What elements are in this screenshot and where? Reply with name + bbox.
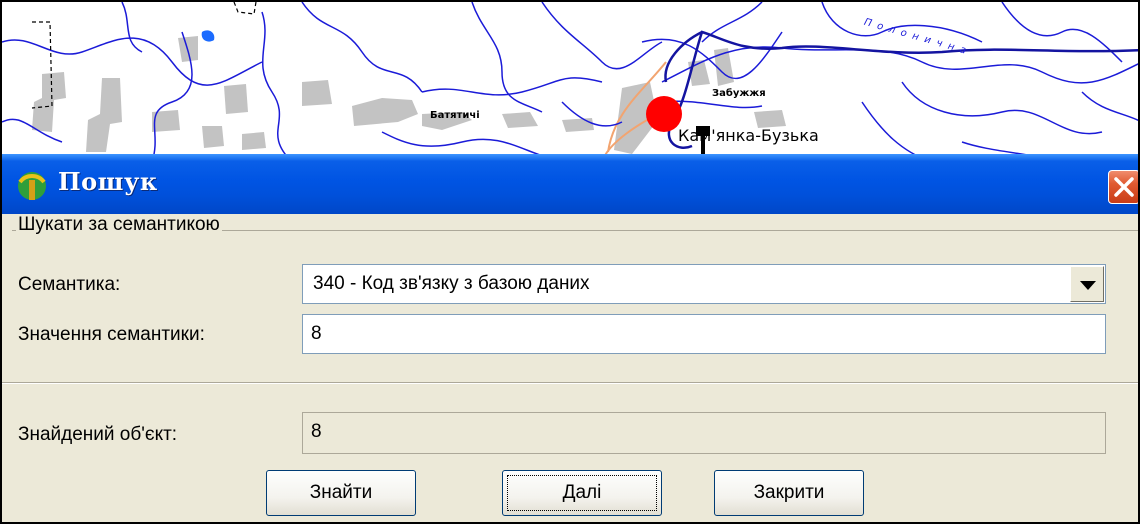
find-button[interactable]: Знайти [266,470,416,516]
semantics-label: Семантика: [18,274,121,295]
search-groupbox [12,230,1138,391]
map-view[interactable]: Батятичі Забужжя Кам'янка-Бузька Полонич… [2,2,1140,162]
settlement-areas [32,36,786,154]
chevron-down-icon [1080,281,1096,290]
dropdown-button[interactable] [1070,266,1104,302]
close-dialog-button[interactable]: Закрити [714,470,864,516]
map-label-town: Кам'янка-Бузька [678,126,819,145]
found-object-marker[interactable] [646,96,682,132]
dialog-title: Пошук [58,167,158,196]
admin-boundary [31,2,257,109]
screen-frame: Батятичі Забужжя Кам'янка-Бузька Полонич… [0,0,1140,524]
dialog-titlebar[interactable]: Пошук [2,154,1138,214]
next-button[interactable]: Далі [502,470,662,516]
value-label: Значення семантики: [18,324,205,345]
lake [201,30,215,42]
semantics-selected-value: 340 - Код зв'язку з базою даних [313,273,590,294]
found-object-value: 8 [311,421,322,442]
semantics-select[interactable]: 340 - Код зв'язку з базою даних [302,264,1106,304]
semantics-value-input[interactable] [302,314,1106,354]
rivers [2,2,1138,162]
close-icon [1114,177,1134,197]
groupbox-title: Шукати за семантикою [16,214,222,236]
found-object-label: Знайдений об'єкт: [18,424,178,445]
search-dialog: Пошук Шукати за семантикою Семантика: 34… [2,154,1138,522]
next-button-label: Далі [562,482,602,503]
found-object-field: 8 [302,412,1106,454]
close-button[interactable] [1108,170,1138,204]
app-icon [12,168,52,204]
map-label-zabuzhzhia: Забужжя [712,88,766,99]
separator [2,382,1138,384]
map-canvas[interactable] [2,2,1140,162]
map-label-batiatychi: Батятичі [430,110,480,121]
